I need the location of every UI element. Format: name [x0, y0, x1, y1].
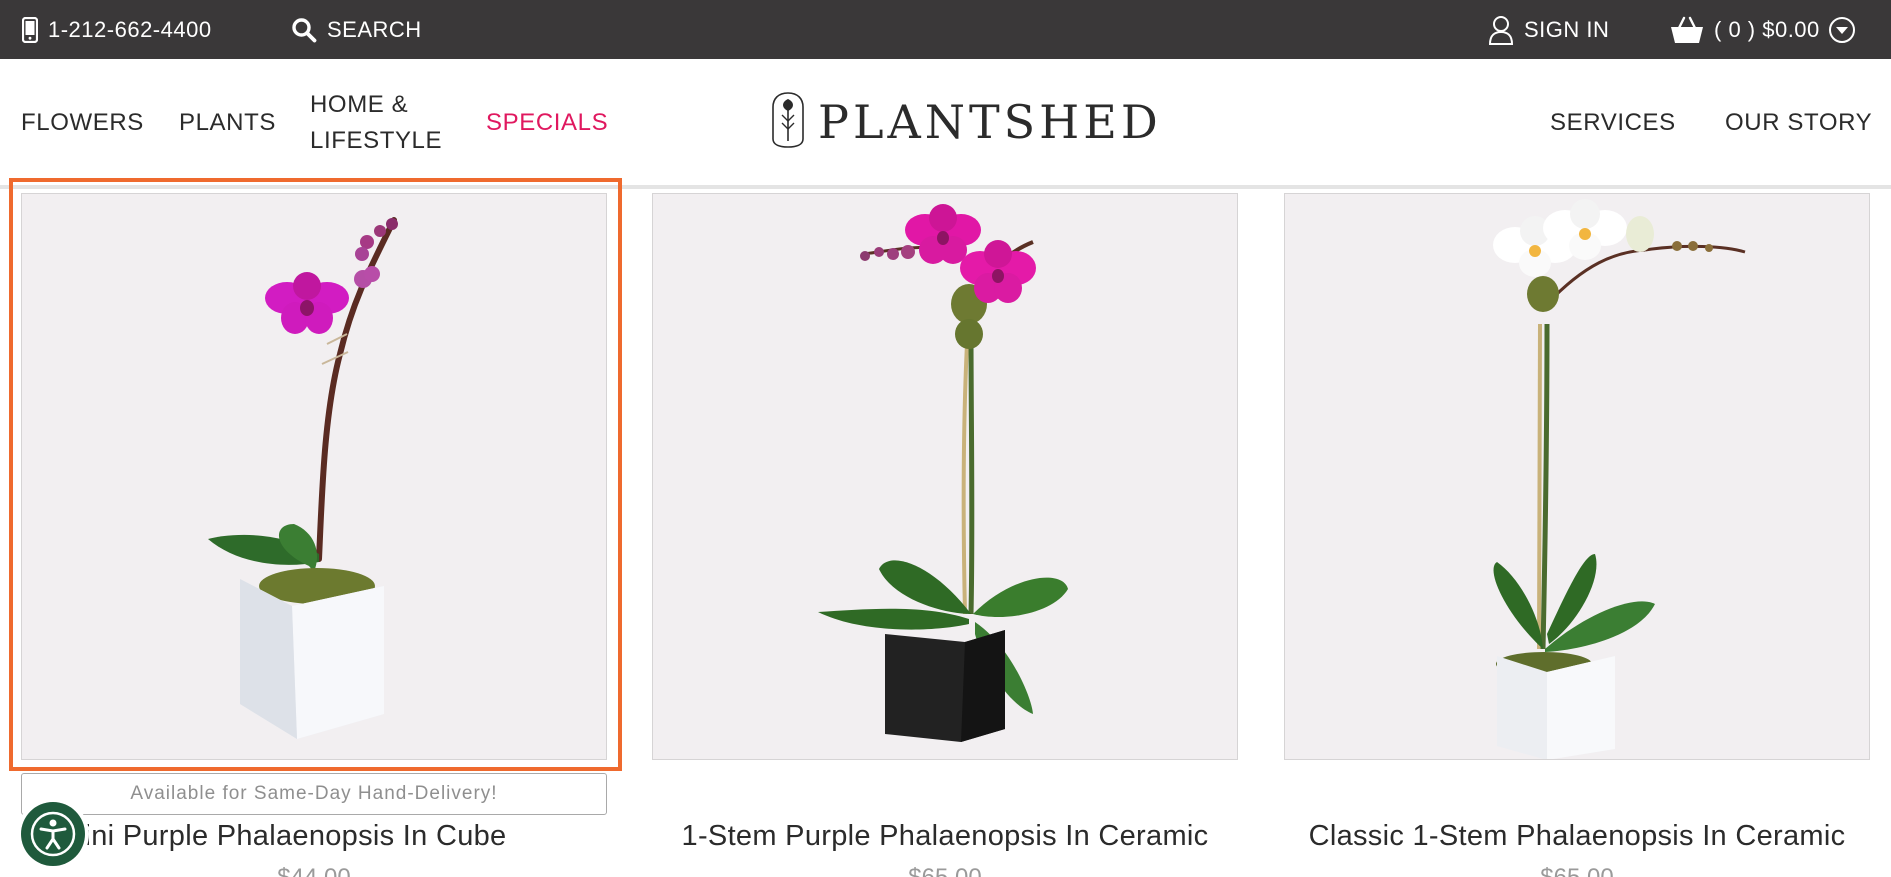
accessibility-icon: [21, 802, 85, 866]
same-day-delivery-badge: Available for Same-Day Hand-Delivery!: [21, 773, 607, 815]
search-button[interactable]: SEARCH: [291, 0, 422, 59]
product-image[interactable]: [21, 193, 607, 760]
phone-icon: [22, 16, 38, 43]
plantshed-logo[interactable]: PLANTSHED: [770, 91, 1162, 154]
nav-services[interactable]: SERVICES: [1550, 105, 1676, 141]
nav-flowers[interactable]: FLOWERS: [21, 105, 144, 141]
search-label: SEARCH: [327, 16, 422, 42]
product-name-rest: ini Purple Phalaenopsis In Cube: [84, 820, 507, 852]
product-name[interactable]: Classic 1-Stem Phalaenopsis In Ceramic: [1284, 820, 1870, 853]
accessibility-button[interactable]: [17, 798, 89, 870]
user-icon: [1488, 15, 1514, 45]
nav-home-lifestyle[interactable]: HOME & LIFESTYLE: [310, 87, 460, 159]
phone-link[interactable]: 1-212-662-4400: [22, 0, 212, 59]
product-price: $65.00: [1284, 864, 1870, 877]
nav-home-line1: HOME &: [310, 91, 409, 118]
logo-emblem-icon: [770, 91, 806, 154]
nav-specials[interactable]: SPECIALS: [486, 105, 608, 141]
product-name[interactable]: 1-Stem Purple Phalaenopsis In Ceramic: [652, 820, 1238, 853]
nav-home-line2: LIFESTYLE: [310, 127, 443, 154]
product-price: $65.00: [652, 864, 1238, 877]
product-image[interactable]: [652, 193, 1238, 760]
sign-in-label: SIGN IN: [1524, 16, 1610, 42]
utility-bar: 1-212-662-4400 SEARCH SIGN IN ( 0 ) $0.0…: [0, 0, 1891, 59]
dropdown-icon[interactable]: [1828, 16, 1856, 44]
main-nav: FLOWERS PLANTS HOME & LIFESTYLE SPECIALS…: [0, 59, 1891, 189]
sign-in-link[interactable]: SIGN IN: [1488, 0, 1609, 59]
basket-icon: [1670, 16, 1704, 44]
search-icon: [291, 17, 317, 43]
phone-number: 1-212-662-4400: [48, 16, 212, 42]
nav-our-story[interactable]: OUR STORY: [1725, 105, 1872, 141]
product-price: $44.00: [21, 864, 607, 877]
product-name[interactable]: Mini Purple Phalaenopsis In Cube: [60, 820, 506, 853]
cart-summary: ( 0 ) $0.00: [1714, 16, 1820, 42]
nav-plants[interactable]: PLANTS: [179, 105, 276, 141]
product-image[interactable]: [1284, 193, 1870, 760]
cart-button[interactable]: ( 0 ) $0.00: [1670, 0, 1856, 59]
logo-wordmark: PLANTSHED: [818, 95, 1162, 149]
